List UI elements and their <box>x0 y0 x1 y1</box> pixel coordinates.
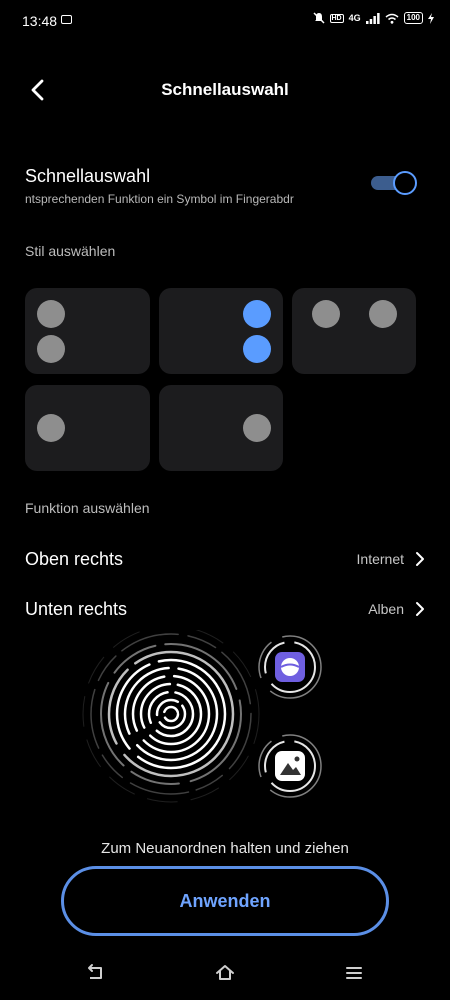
style-dot <box>312 300 340 328</box>
function-row-label: Unten rechts <box>25 599 128 619</box>
function-section-label: Funktion auswählen <box>25 500 150 516</box>
fingerprint-icon <box>82 630 260 803</box>
status-time: 13:48 <box>22 13 58 29</box>
toggle-knob <box>393 171 417 195</box>
function-row-value: Alben <box>368 601 404 617</box>
back-nav-icon[interactable] <box>85 963 105 983</box>
battery-icon: 100 <box>403 12 423 24</box>
mail-notification-icon <box>61 15 72 24</box>
home-nav-icon[interactable] <box>215 963 235 983</box>
mute-icon <box>312 12 325 24</box>
style-dot-selected <box>243 300 271 328</box>
style-dot <box>37 300 65 328</box>
style-option-right-vertical[interactable] <box>159 288 283 374</box>
function-row-bottom-right[interactable]: Unten rechts Alben <box>0 590 450 628</box>
menu-nav-icon[interactable] <box>344 963 364 983</box>
gallery-shortcut[interactable] <box>257 733 323 799</box>
function-row-label: Oben rechts <box>25 549 124 569</box>
network-type-label: 4G <box>348 13 361 23</box>
toggle-subtitle: ntsprechenden Funktion ein Symbol im Fin… <box>25 192 351 206</box>
style-dot <box>369 300 397 328</box>
style-option-single-right[interactable] <box>159 385 283 471</box>
quick-select-toggle[interactable] <box>369 171 419 195</box>
function-row-value: Internet <box>356 551 404 567</box>
reorder-hint: Zum Neuanordnen halten und ziehen <box>101 840 349 857</box>
chevron-right-icon <box>416 552 424 566</box>
style-option-single-left[interactable] <box>25 385 150 471</box>
hd-icon: HD <box>329 13 344 23</box>
style-dot-selected <box>243 335 271 363</box>
apply-button[interactable]: Anwenden <box>61 866 389 936</box>
style-option-left-vertical[interactable] <box>25 288 150 374</box>
signal-icon <box>365 12 380 24</box>
charging-icon <box>428 12 434 24</box>
function-row-top-right[interactable]: Oben rechts Internet <box>0 540 450 578</box>
style-option-top-horizontal[interactable] <box>292 288 416 374</box>
style-section-label: Stil auswählen <box>25 243 116 259</box>
shortcut-ring <box>258 734 322 798</box>
chevron-right-icon <box>416 602 424 616</box>
toggle-subtitle-text: ntsprechenden Funktion ein Symbol im Fin… <box>25 192 294 206</box>
wifi-icon <box>385 13 399 24</box>
style-dot <box>243 414 271 442</box>
internet-shortcut[interactable] <box>257 634 323 700</box>
toggle-title: Schnellauswahl <box>25 166 151 186</box>
style-dot <box>37 414 65 442</box>
status-icons: HD 4G 100 <box>312 12 434 24</box>
shortcut-ring <box>258 635 322 699</box>
page-title: Schnellauswahl <box>161 80 289 99</box>
style-dot <box>37 335 65 363</box>
